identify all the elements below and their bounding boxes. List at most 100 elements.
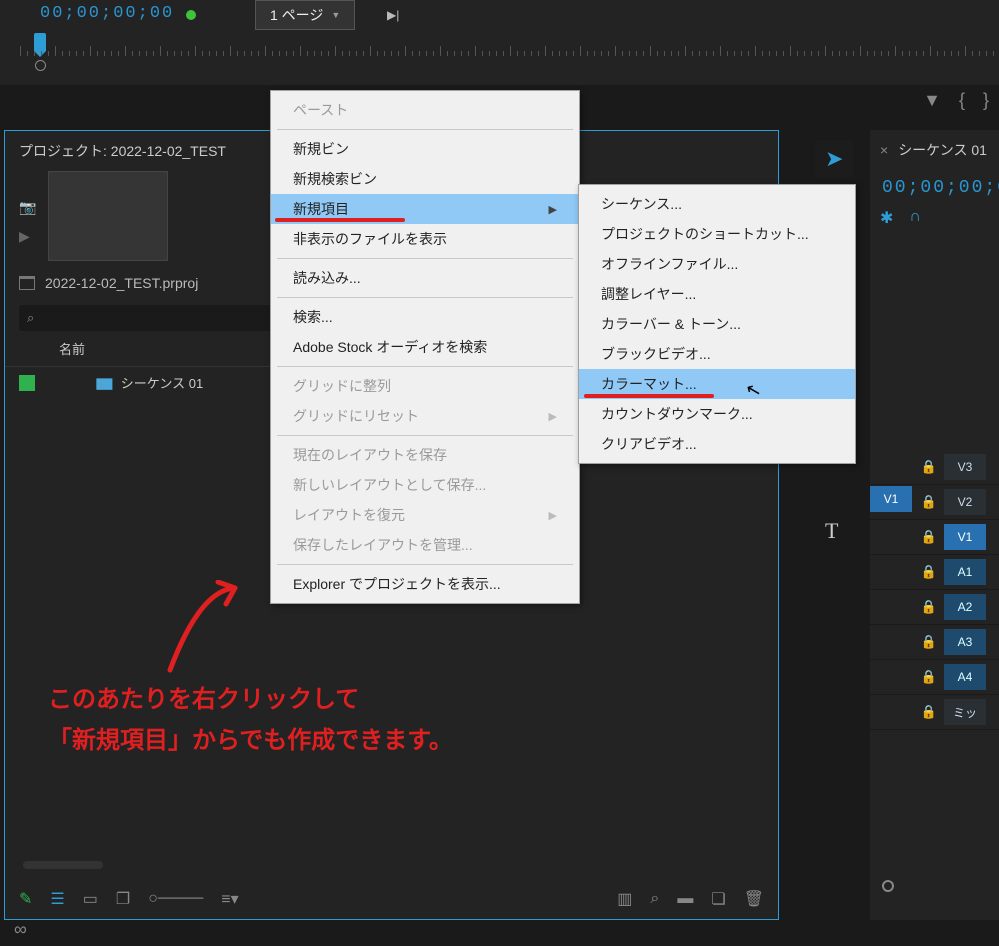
program-timecode[interactable]: 00;00;00;00: [40, 4, 174, 23]
sequence-tab[interactable]: × シーケンス 01: [870, 140, 987, 160]
zoom-slider[interactable]: ○────: [148, 890, 203, 908]
track-label[interactable]: V3: [944, 454, 986, 480]
sequence-item-name: シーケンス 01: [121, 373, 203, 392]
page-dropdown[interactable]: 1 ページ ▼: [255, 0, 355, 30]
new-item-submenu: シーケンス... プロジェクトのショートカット... オフラインファイル... …: [578, 184, 856, 464]
menu-separator: [277, 258, 573, 259]
automate-icon[interactable]: ▥: [617, 889, 632, 909]
submenu-arrow-icon: ▶: [549, 509, 557, 522]
menu-restore-layout: レイアウトを復元 ▶: [271, 500, 579, 530]
close-tab-icon[interactable]: ×: [880, 142, 888, 158]
new-bin-icon[interactable]: ▬: [677, 890, 693, 908]
zoom-circle-icon[interactable]: [35, 60, 46, 71]
track-label[interactable]: V2: [944, 489, 986, 515]
context-menu: ペースト 新規ビン 新規検索ビン 新規項目 ▶ 非表示のファイルを表示 読み込み…: [270, 90, 580, 604]
in-bracket-icon[interactable]: {: [959, 90, 965, 111]
sequence-icon: ▮▮▮: [95, 374, 111, 392]
track-header[interactable]: 🔒V3: [870, 450, 999, 485]
lock-icon[interactable]: 🔒: [914, 669, 944, 685]
record-indicator: [186, 10, 196, 20]
find-icon[interactable]: ⌕: [650, 890, 659, 908]
track-label[interactable]: A2: [944, 594, 986, 620]
track-header[interactable]: 🔒A1: [870, 555, 999, 590]
track-header[interactable]: 🔒ミッ: [870, 695, 999, 730]
marker-toolbar: ▼ { }: [923, 90, 989, 111]
submenu-shortcut[interactable]: プロジェクトのショートカット...: [579, 219, 855, 249]
submenu-offline[interactable]: オフラインファイル...: [579, 249, 855, 279]
menu-search[interactable]: 検索...: [271, 302, 579, 332]
menu-show-hidden[interactable]: 非表示のファイルを表示: [271, 224, 579, 254]
annotation-text: このあたりを右クリックして 「新規項目」からでも作成できます。: [48, 680, 453, 762]
page-dropdown-label: 1 ページ: [270, 5, 323, 25]
icon-view-icon[interactable]: ▭: [83, 889, 98, 909]
program-monitor-bar: 00;00;00;00 1 ページ ▼ ▶|: [0, 0, 999, 85]
trash-icon[interactable]: 🗑: [744, 889, 764, 909]
menu-reset-grid: グリッドにリセット ▶: [271, 401, 579, 431]
menu-new-search-bin[interactable]: 新規検索ビン: [271, 164, 579, 194]
selection-tool-icon[interactable]: ➤: [815, 140, 853, 178]
lock-icon[interactable]: 🔒: [914, 634, 944, 650]
project-bottom-toolbar: ✎ ☰ ▭ ❐ ○──── ≡▾ ▥ ⌕ ▬ ❏ 🗑: [19, 889, 764, 909]
menu-save-layout: 現在のレイアウトを保存: [271, 440, 579, 470]
submenu-black[interactable]: ブラックビデオ...: [579, 339, 855, 369]
timeline-panel: ➤ T × シーケンス 01 00;00;00;00 ✱ ∩ V1 🔒V3🔒V2…: [870, 130, 999, 920]
freeform-view-icon[interactable]: ❐: [116, 889, 130, 909]
out-bracket-icon[interactable]: }: [983, 90, 989, 111]
column-name-header[interactable]: 名前: [59, 339, 85, 358]
time-ruler[interactable]: [20, 36, 999, 56]
lock-icon[interactable]: 🔒: [914, 529, 944, 545]
track-header[interactable]: 🔒A3: [870, 625, 999, 660]
annotation-underline: [275, 218, 405, 222]
submenu-bars[interactable]: カラーバー & トーン...: [579, 309, 855, 339]
lock-icon[interactable]: 🔒: [914, 564, 944, 580]
track-label[interactable]: A1: [944, 559, 986, 585]
submenu-arrow-icon: ▶: [549, 410, 557, 423]
play-icon[interactable]: ▶: [19, 228, 36, 245]
bin-icon[interactable]: [19, 276, 35, 290]
track-header-area: 🔒V3🔒V2🔒V1🔒A1🔒A2🔒A3🔒A4🔒ミッ: [870, 450, 999, 730]
lock-icon[interactable]: 🔒: [914, 459, 944, 475]
write-mode-icon[interactable]: ✎: [19, 889, 32, 909]
label-color-chip[interactable]: [19, 375, 35, 391]
marker-icon[interactable]: ▼: [923, 90, 941, 111]
submenu-countdown[interactable]: カウントダウンマーク...: [579, 399, 855, 429]
timeline-zoom-handle[interactable]: [882, 880, 894, 892]
list-view-icon[interactable]: ☰: [50, 889, 64, 909]
creative-cloud-icon[interactable]: ∞: [14, 919, 27, 940]
camera-icon[interactable]: 📷: [19, 199, 36, 216]
submenu-clear-video[interactable]: クリアビデオ...: [579, 429, 855, 459]
type-tool-icon[interactable]: T: [815, 518, 853, 544]
lock-icon[interactable]: 🔒: [914, 704, 944, 720]
menu-manage-layout: 保存したレイアウトを管理...: [271, 530, 579, 560]
search-icon: ⌕: [27, 310, 34, 326]
menu-separator: [277, 129, 573, 130]
magnet-icon[interactable]: ∩: [909, 208, 921, 228]
new-item-icon[interactable]: ❏: [711, 889, 725, 909]
track-header[interactable]: 🔒A4: [870, 660, 999, 695]
submenu-sequence[interactable]: シーケンス...: [579, 189, 855, 219]
dropdown-triangle-icon: ▼: [331, 10, 340, 20]
track-header[interactable]: 🔒V1: [870, 520, 999, 555]
snap-icon[interactable]: ✱: [880, 208, 893, 228]
track-label[interactable]: V1: [944, 524, 986, 550]
menu-stock-audio[interactable]: Adobe Stock オーディオを検索: [271, 332, 579, 362]
track-header[interactable]: 🔒V2: [870, 485, 999, 520]
menu-explorer[interactable]: Explorer でプロジェクトを表示...: [271, 569, 579, 599]
submenu-adjust[interactable]: 調整レイヤー...: [579, 279, 855, 309]
lock-icon[interactable]: 🔒: [914, 494, 944, 510]
horizontal-scrollbar[interactable]: [23, 861, 103, 869]
sort-menu-icon[interactable]: ≡▾: [221, 889, 238, 909]
lock-icon[interactable]: 🔒: [914, 599, 944, 615]
menu-import[interactable]: 読み込み...: [271, 263, 579, 293]
menu-save-layout-as: 新しいレイアウトとして保存...: [271, 470, 579, 500]
track-label[interactable]: A3: [944, 629, 986, 655]
step-forward-icon[interactable]: ▶|: [387, 8, 399, 22]
track-label[interactable]: ミッ: [944, 699, 986, 725]
menu-new-bin[interactable]: 新規ビン: [271, 134, 579, 164]
track-header[interactable]: 🔒A2: [870, 590, 999, 625]
timeline-timecode[interactable]: 00;00;00;00: [882, 178, 999, 198]
track-label[interactable]: A4: [944, 664, 986, 690]
menu-separator: [277, 366, 573, 367]
annotation-underline: [584, 394, 714, 398]
menu-separator: [277, 435, 573, 436]
